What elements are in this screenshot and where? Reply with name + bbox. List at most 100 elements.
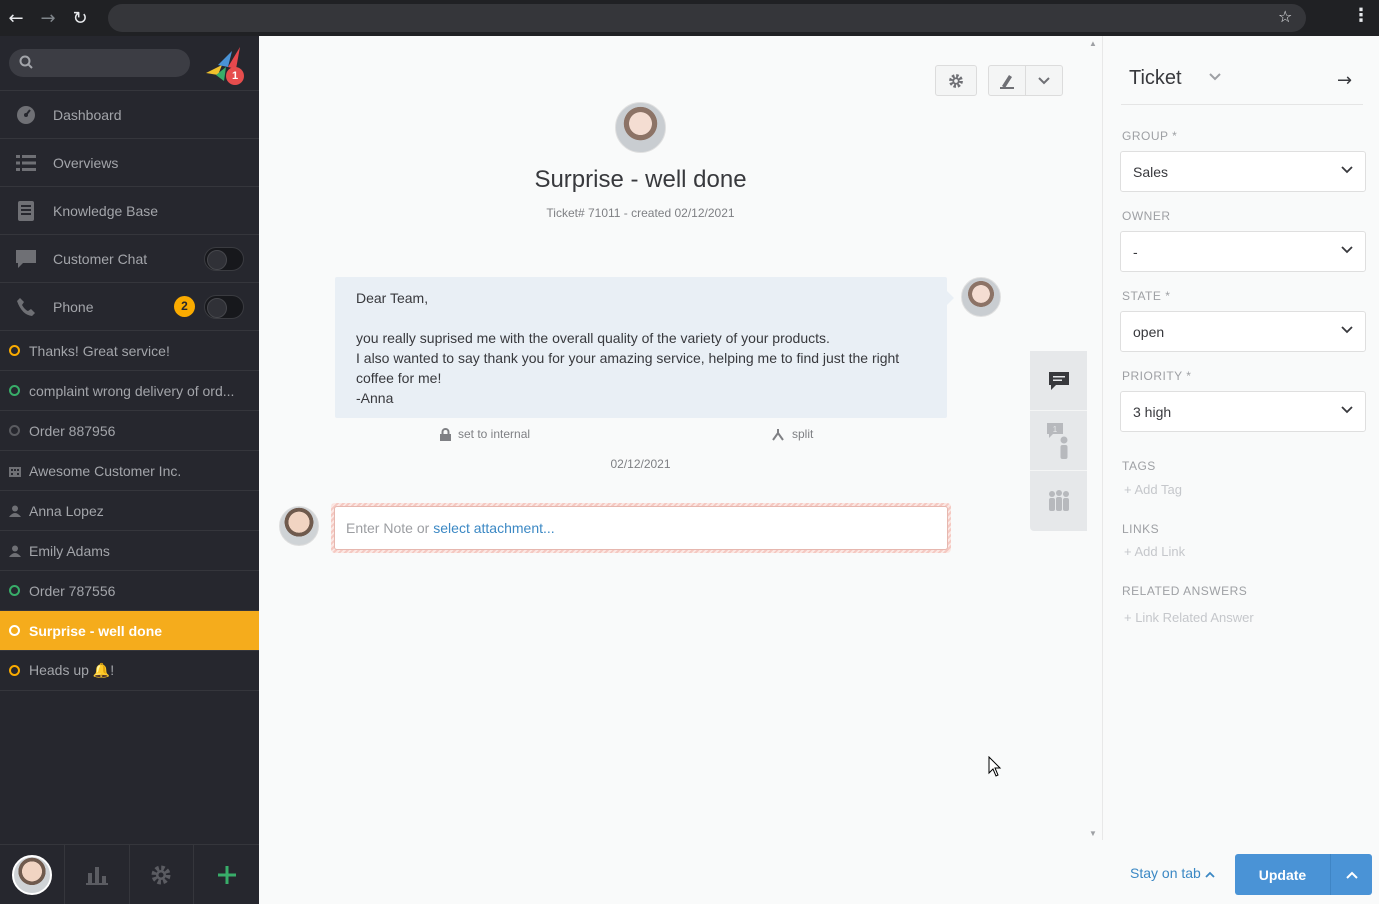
tab-label: complaint wrong delivery of ord...	[29, 382, 235, 399]
sidebar-tab[interactable]: complaint wrong delivery of ord...	[0, 371, 259, 411]
priority-label: PRIORITY *	[1122, 369, 1192, 383]
owner-select[interactable]: -	[1120, 231, 1366, 272]
split-icon	[771, 428, 785, 441]
nav-customer-chat[interactable]: Customer Chat	[0, 235, 259, 283]
owner-value: -	[1133, 243, 1138, 260]
priority-select[interactable]: 3 high	[1120, 391, 1366, 432]
update-label: Update	[1235, 854, 1331, 895]
search-icon	[19, 55, 33, 69]
article-date: 02/12/2021	[259, 457, 1022, 471]
tab-label: Thanks! Great service!	[29, 342, 170, 359]
sidebar-header: 1	[0, 36, 259, 91]
customer-avatar[interactable]	[615, 102, 666, 153]
link-related-answer-link[interactable]: + Link Related Answer	[1124, 610, 1254, 625]
pen-icon	[1000, 74, 1014, 89]
conversation-tab[interactable]	[1030, 351, 1087, 411]
ticket-meta: Ticket# 71011 - created 02/12/2021	[546, 206, 735, 220]
sidebar-header: Ticket →	[1121, 59, 1363, 105]
sidebar-tab[interactable]: Heads up 🔔!	[0, 651, 259, 691]
nav-overviews[interactable]: Overviews	[0, 139, 259, 187]
organization-tab[interactable]	[1030, 471, 1087, 531]
priority-value: 3 high	[1133, 403, 1172, 420]
reply-editor[interactable]: Enter Note or select attachment...	[331, 503, 951, 553]
search-input[interactable]	[9, 49, 190, 77]
status-ring-icon	[9, 385, 20, 396]
address-bar[interactable]	[108, 4, 1306, 32]
tab-label: Order 787556	[29, 582, 116, 599]
mouse-cursor-icon	[988, 756, 1002, 777]
sidebar-tab-active[interactable]: Surprise - well done	[0, 611, 259, 651]
article-author-avatar[interactable]	[961, 277, 1001, 317]
nav-label: Knowledge Base	[53, 202, 159, 219]
user-menu[interactable]	[0, 845, 65, 904]
chevron-down-icon[interactable]	[1209, 73, 1221, 81]
ticket-actions	[988, 65, 1063, 96]
nav-knowledge-base[interactable]: Knowledge Base	[0, 187, 259, 235]
nav-phone[interactable]: Phone 2	[0, 283, 259, 331]
agent-avatar	[279, 506, 319, 546]
collapse-arrow-icon[interactable]: →	[1337, 70, 1352, 91]
scroll-up-icon[interactable]: ▲	[1089, 39, 1097, 48]
stay-on-tab-label: Stay on tab	[1130, 865, 1201, 881]
sidebar-title[interactable]: Ticket	[1129, 67, 1182, 90]
select-attachment-link[interactable]: select attachment...	[433, 520, 554, 536]
actions-dropdown-button[interactable]	[1026, 66, 1062, 95]
chevron-down-icon	[1341, 246, 1353, 254]
avatar	[11, 855, 52, 895]
dashboard-icon	[16, 105, 36, 125]
chevron-down-icon	[1341, 406, 1353, 414]
user-icon	[9, 545, 21, 557]
scroll-down-icon[interactable]: ▼	[1089, 829, 1097, 838]
sidebar-tab[interactable]: Emily Adams	[0, 531, 259, 571]
settings-button[interactable]	[130, 845, 195, 904]
add-tag-link[interactable]: + Add Tag	[1124, 482, 1182, 497]
forward-icon[interactable]: →	[32, 0, 64, 36]
sidebar-tab[interactable]: Awesome Customer Inc.	[0, 451, 259, 491]
group-select[interactable]: Sales	[1120, 151, 1366, 192]
customer-chat-toggle[interactable]	[204, 247, 244, 271]
back-icon[interactable]: ←	[0, 0, 32, 36]
user-icon	[9, 505, 21, 517]
sidebar-tab[interactable]: Anna Lopez	[0, 491, 259, 531]
sidebar-footer	[0, 844, 259, 904]
edit-button[interactable]	[989, 66, 1026, 95]
new-ticket-button[interactable]	[194, 845, 259, 904]
kebab-menu-icon[interactable]: ⋮	[1352, 5, 1370, 26]
ticket-title[interactable]: Surprise - well done	[259, 166, 1022, 194]
phone-toggle[interactable]	[204, 295, 244, 319]
ticket-sidebar: Ticket → GROUP * Sales OWNER - STATE * o…	[1102, 36, 1379, 840]
update-button[interactable]: Update	[1235, 854, 1372, 895]
browser-toolbar: ← → ↻ ☆ ⋮	[0, 0, 1379, 36]
stay-on-tab-button[interactable]: Stay on tab	[1130, 865, 1215, 881]
nav-label: Customer Chat	[53, 250, 148, 267]
sidebar-tab[interactable]: Order 787556	[0, 571, 259, 611]
status-ring-icon	[9, 425, 20, 436]
tab-label: Emily Adams	[29, 542, 110, 559]
add-link-link[interactable]: + Add Link	[1124, 544, 1185, 559]
nav-label: Phone	[53, 298, 94, 315]
reload-icon[interactable]: ↻	[64, 0, 96, 36]
article-side-tabs: 1	[1030, 351, 1087, 531]
tab-label: Heads up 🔔!	[29, 662, 115, 678]
nav-dashboard[interactable]: Dashboard	[0, 91, 259, 139]
update-options-button[interactable]	[1331, 854, 1372, 895]
tab-label: Anna Lopez	[29, 502, 104, 519]
reply-input[interactable]: Enter Note or select attachment...	[334, 506, 948, 550]
book-icon	[16, 200, 36, 221]
set-internal-action[interactable]: set to internal	[440, 427, 530, 441]
sidebar-tab[interactable]: Order 887956	[0, 411, 259, 451]
sidebar-tab[interactable]: Thanks! Great service!	[0, 331, 259, 371]
tab-label: Surprise - well done	[29, 622, 163, 639]
bar-chart-icon	[85, 867, 108, 885]
split-action[interactable]: split	[771, 427, 813, 441]
customer-tab[interactable]: 1	[1030, 411, 1087, 471]
tags-label: TAGS	[1122, 459, 1156, 473]
nav-label: Dashboard	[53, 106, 122, 123]
reply-placeholder: Enter Note or	[346, 520, 430, 536]
star-icon[interactable]: ☆	[1278, 7, 1292, 26]
state-select[interactable]: open	[1120, 311, 1366, 352]
plus-icon	[217, 866, 236, 884]
ticket-settings-button[interactable]	[935, 65, 977, 96]
customer-icon: 1	[1046, 422, 1067, 459]
reports-button[interactable]	[65, 845, 130, 904]
